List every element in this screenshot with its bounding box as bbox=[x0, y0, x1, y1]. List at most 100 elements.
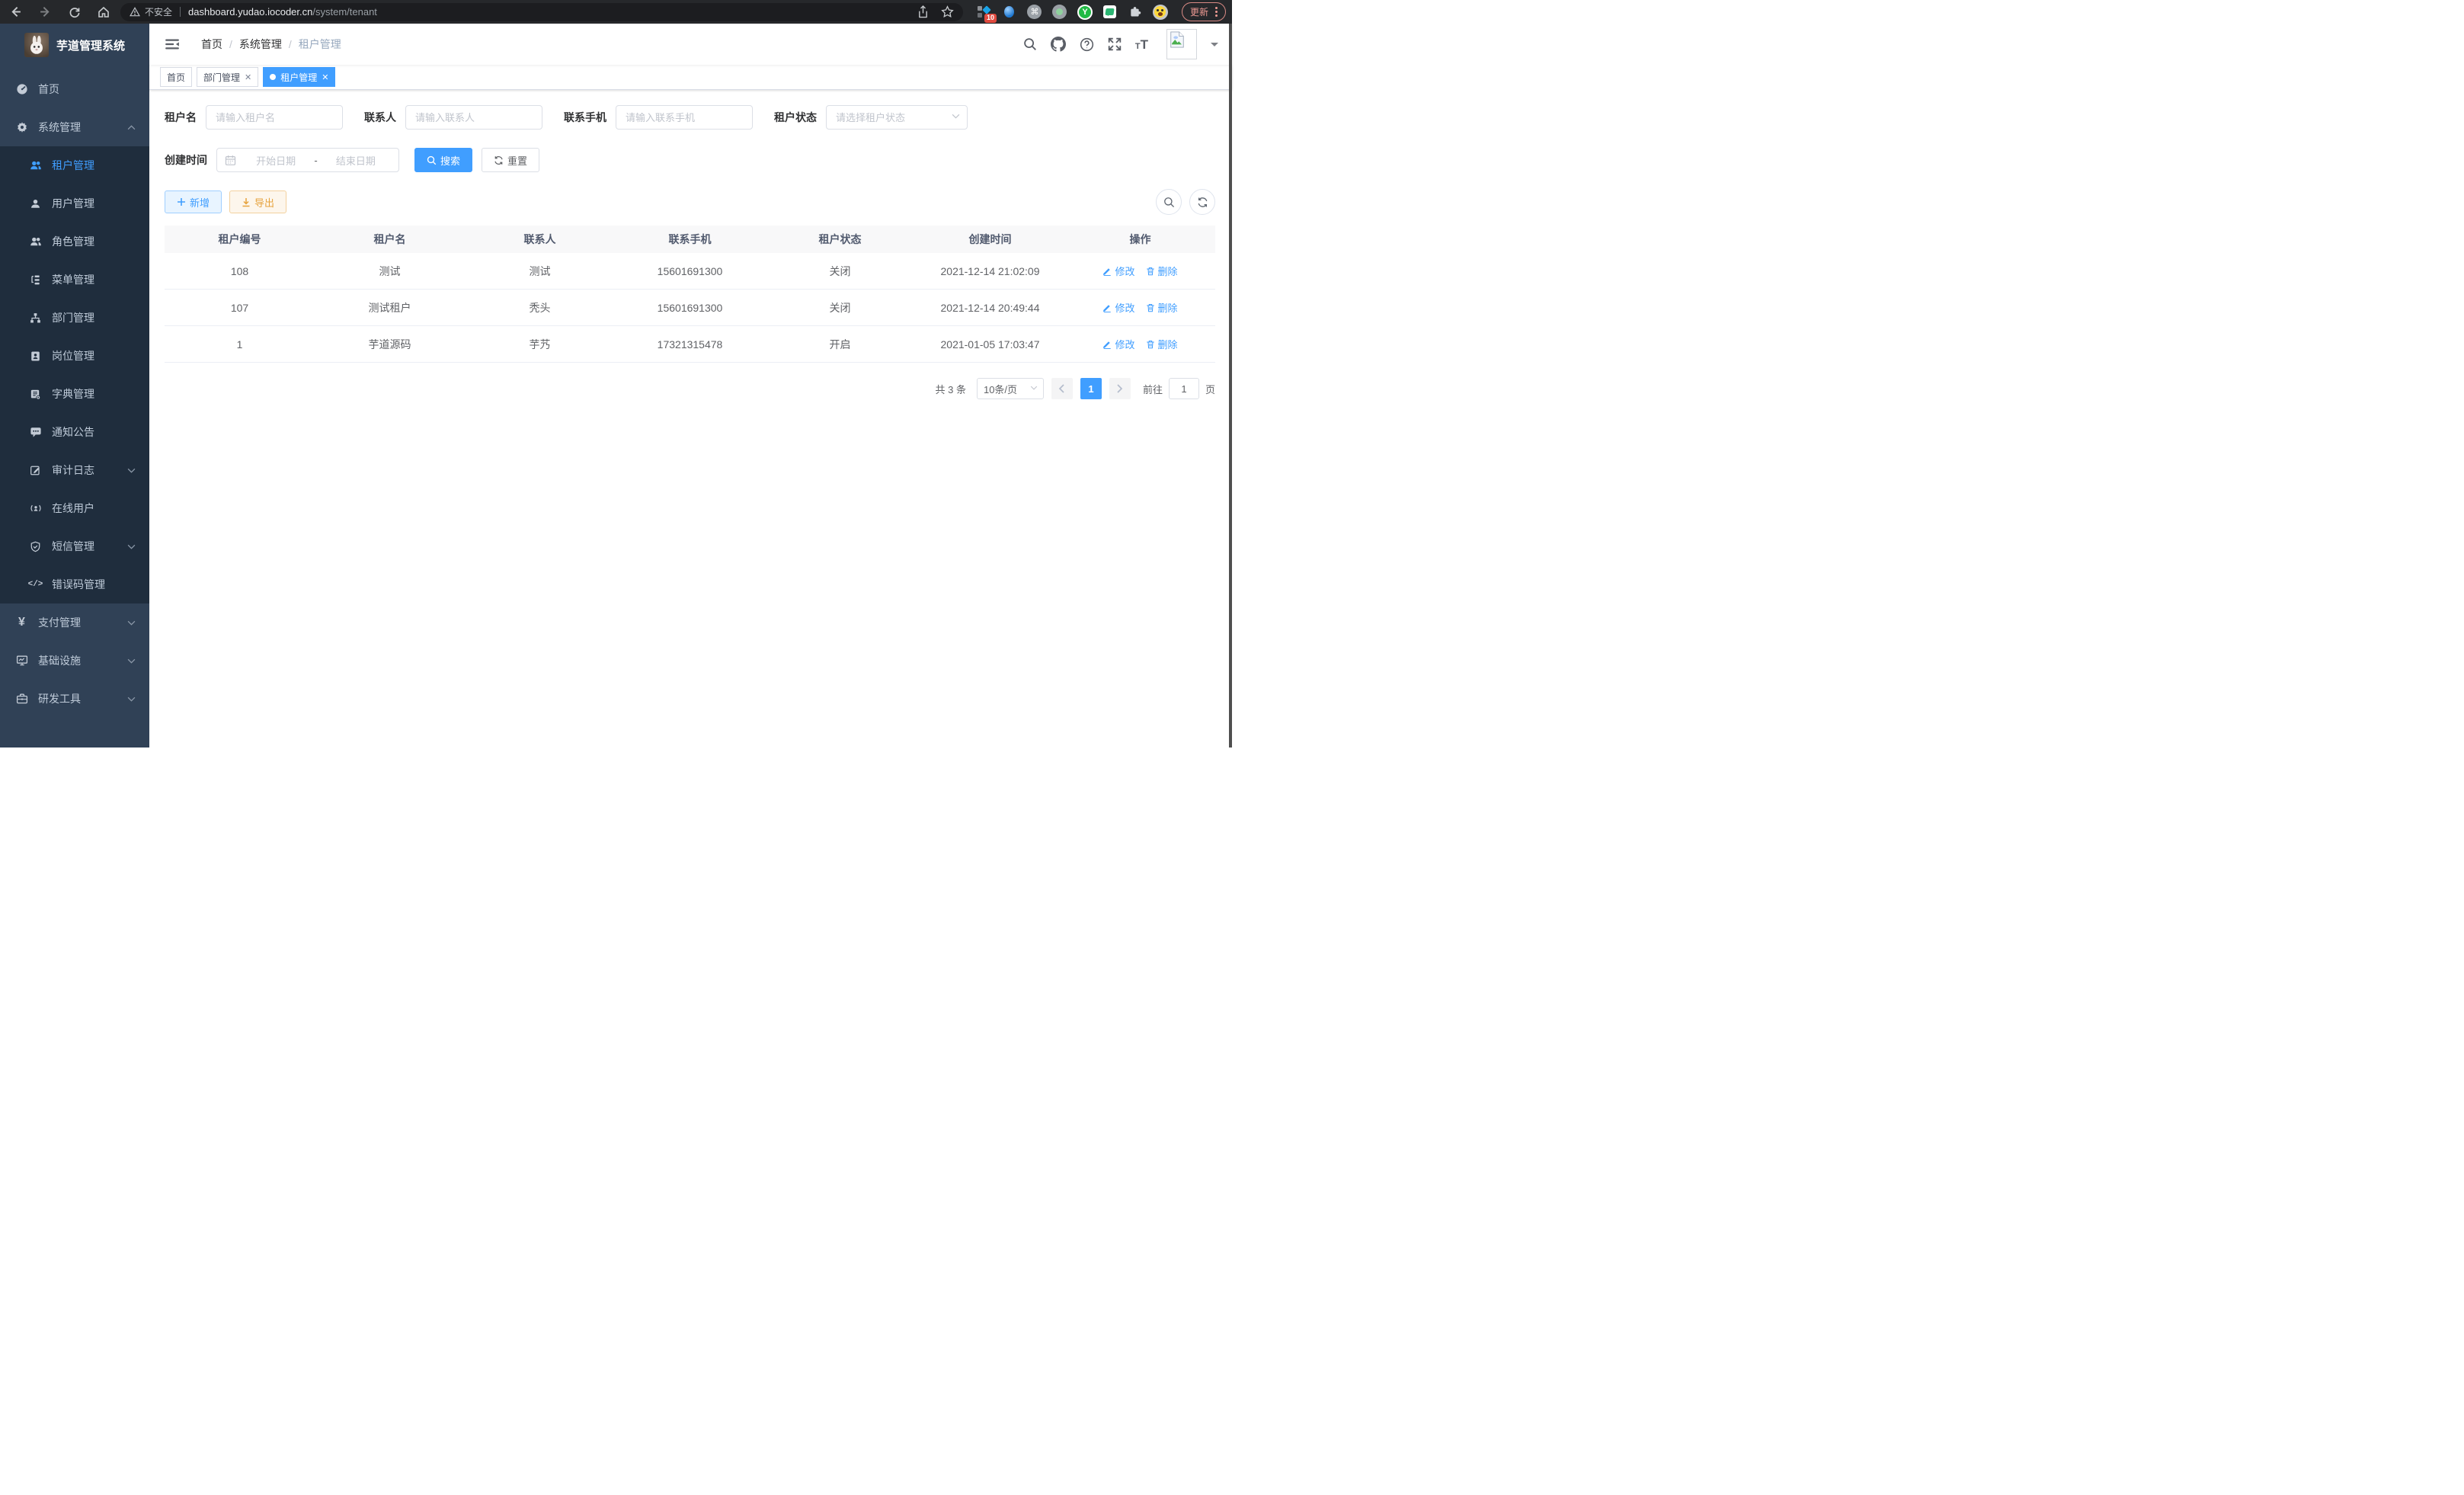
update-label: 更新 bbox=[1190, 5, 1208, 18]
sidebar-item-error-code[interactable]: </> 错误码管理 bbox=[0, 565, 149, 603]
recorder-extension-icon[interactable] bbox=[1052, 5, 1067, 20]
extension-badge: 10 bbox=[984, 14, 997, 23]
notice-icon bbox=[29, 426, 42, 438]
fullscreen-icon[interactable] bbox=[1108, 37, 1122, 51]
tenant-name-input[interactable] bbox=[206, 105, 343, 130]
security-warning[interactable]: 不安全 bbox=[130, 5, 172, 18]
export-button[interactable]: 导出 bbox=[229, 190, 286, 213]
show-search-toggle-button[interactable] bbox=[1156, 189, 1182, 215]
sidebar-item-devtools[interactable]: 研发工具 bbox=[0, 680, 149, 718]
close-icon[interactable]: ✕ bbox=[322, 72, 328, 82]
github-icon[interactable] bbox=[1051, 37, 1066, 52]
delete-link[interactable]: 删除 bbox=[1146, 300, 1178, 315]
sidebar-toggle-icon[interactable] bbox=[162, 37, 183, 51]
browser-update-button[interactable]: 更新 bbox=[1182, 2, 1226, 21]
contact-input[interactable] bbox=[405, 105, 542, 130]
browser-menu-icon[interactable] bbox=[1215, 7, 1218, 17]
goto-page-input[interactable] bbox=[1169, 378, 1199, 399]
status-select-input[interactable] bbox=[826, 105, 968, 130]
chevron-down-icon bbox=[127, 468, 136, 473]
sidebar-item-dept[interactable]: 部门管理 bbox=[0, 299, 149, 337]
url-bar[interactable]: 不安全 dashboard.yudao.iocoder.cn/system/te… bbox=[120, 3, 963, 21]
payment-yen-icon: ¥ bbox=[15, 616, 28, 629]
tab-dept[interactable]: 部门管理✕ bbox=[197, 67, 258, 87]
mobile-input[interactable] bbox=[616, 105, 753, 130]
page-number-current[interactable]: 1 bbox=[1080, 378, 1102, 399]
command-extension-icon[interactable]: ⌘ bbox=[1027, 5, 1042, 20]
sidebar-item-user[interactable]: 用户管理 bbox=[0, 184, 149, 222]
star-icon[interactable] bbox=[941, 5, 954, 18]
delete-link[interactable]: 删除 bbox=[1146, 337, 1178, 351]
puzzle-extensions-icon[interactable] bbox=[1128, 5, 1143, 20]
sidebar-item-sms[interactable]: 短信管理 bbox=[0, 527, 149, 565]
sidebar: 芋道管理系统 首页 系统管理 租户管理 用户管理 bbox=[0, 24, 149, 748]
close-icon[interactable]: ✕ bbox=[245, 72, 251, 82]
tenants-icon bbox=[29, 159, 42, 171]
edit-link[interactable]: 修改 bbox=[1102, 337, 1134, 351]
tenant-name-label: 租户名 bbox=[165, 110, 197, 125]
reload-icon[interactable] bbox=[69, 6, 81, 18]
edit-link[interactable]: 修改 bbox=[1102, 264, 1134, 278]
sidebar-item-infra[interactable]: 基础设施 bbox=[0, 642, 149, 680]
date-end-placeholder: 结束日期 bbox=[321, 153, 391, 168]
refresh-table-button[interactable] bbox=[1189, 189, 1215, 215]
yudao-extension-icon[interactable]: Y bbox=[1077, 5, 1093, 20]
tab-home[interactable]: 首页 bbox=[160, 67, 192, 87]
home-icon[interactable] bbox=[98, 6, 110, 18]
avatar[interactable] bbox=[1166, 29, 1197, 59]
breadcrumb-home[interactable]: 首页 bbox=[201, 37, 222, 52]
chevron-down-icon bbox=[1030, 386, 1038, 390]
audit-log-icon bbox=[29, 465, 42, 476]
forward-icon[interactable] bbox=[39, 5, 52, 18]
status-text: 关闭 bbox=[765, 290, 915, 325]
plus-icon bbox=[177, 197, 186, 206]
help-icon[interactable] bbox=[1080, 37, 1094, 52]
window-edge-scrollbar[interactable] bbox=[1229, 24, 1232, 748]
caret-down-icon[interactable] bbox=[1211, 43, 1218, 50]
dict-book-icon bbox=[29, 389, 42, 400]
sidebar-item-post[interactable]: 岗位管理 bbox=[0, 337, 149, 375]
status-select[interactable] bbox=[826, 105, 968, 130]
create-time-range-picker[interactable]: 开始日期 - 结束日期 bbox=[216, 148, 399, 172]
sidebar-item-dict[interactable]: 字典管理 bbox=[0, 375, 149, 413]
prev-page-button[interactable] bbox=[1051, 378, 1073, 399]
sidebar-logo[interactable]: 芋道管理系统 bbox=[0, 26, 149, 64]
sidebar-item-system[interactable]: 系统管理 bbox=[0, 108, 149, 146]
font-size-icon[interactable]: TT bbox=[1135, 38, 1148, 51]
add-button[interactable]: 新增 bbox=[165, 190, 222, 213]
table-header: 租户编号 租户名 联系人 联系手机 租户状态 创建时间 操作 bbox=[165, 226, 1215, 253]
sidebar-item-online-user[interactable]: 在线用户 bbox=[0, 489, 149, 527]
status-label: 租户状态 bbox=[774, 110, 817, 125]
gear-icon bbox=[15, 121, 28, 133]
delete-link[interactable]: 删除 bbox=[1146, 264, 1178, 278]
tab-tenant[interactable]: 租户管理✕ bbox=[263, 67, 335, 87]
sidebar-item-notice[interactable]: 通知公告 bbox=[0, 413, 149, 451]
sidebar-item-home[interactable]: 首页 bbox=[0, 70, 149, 108]
reset-button[interactable]: 重置 bbox=[482, 148, 539, 172]
search-icon bbox=[427, 155, 437, 165]
back-icon[interactable] bbox=[9, 5, 22, 18]
status-text: 开启 bbox=[765, 326, 915, 362]
search-button[interactable]: 搜索 bbox=[414, 148, 472, 172]
sidebar-item-audit-log[interactable]: 审计日志 bbox=[0, 451, 149, 489]
browser-toolbar: 不安全 dashboard.yudao.iocoder.cn/system/te… bbox=[0, 0, 1232, 24]
sms-shield-icon bbox=[29, 541, 42, 552]
refresh-icon bbox=[494, 155, 504, 165]
edit-link[interactable]: 修改 bbox=[1102, 300, 1134, 315]
palette-extension-icon[interactable]: 10 bbox=[977, 5, 992, 20]
sidebar-item-payment[interactable]: ¥ 支付管理 bbox=[0, 603, 149, 642]
pagination-total: 共 3 条 bbox=[936, 382, 966, 396]
infra-monitor-icon bbox=[15, 655, 28, 667]
sidebar-item-tenant[interactable]: 租户管理 bbox=[0, 146, 149, 184]
sidebar-item-role[interactable]: 角色管理 bbox=[0, 222, 149, 261]
menu-tree-icon bbox=[29, 274, 42, 286]
page-size-select[interactable]: 10条/页 bbox=[977, 378, 1044, 399]
search-icon[interactable] bbox=[1023, 37, 1037, 51]
chat-extension-icon[interactable] bbox=[1102, 5, 1118, 20]
balloon-extension-icon[interactable] bbox=[1002, 5, 1017, 20]
next-page-button[interactable] bbox=[1109, 378, 1131, 399]
emoji-profile-icon[interactable] bbox=[1153, 5, 1168, 20]
sidebar-item-menu[interactable]: 菜单管理 bbox=[0, 261, 149, 299]
breadcrumb-system[interactable]: 系统管理 bbox=[239, 37, 282, 52]
share-icon[interactable] bbox=[917, 5, 929, 18]
